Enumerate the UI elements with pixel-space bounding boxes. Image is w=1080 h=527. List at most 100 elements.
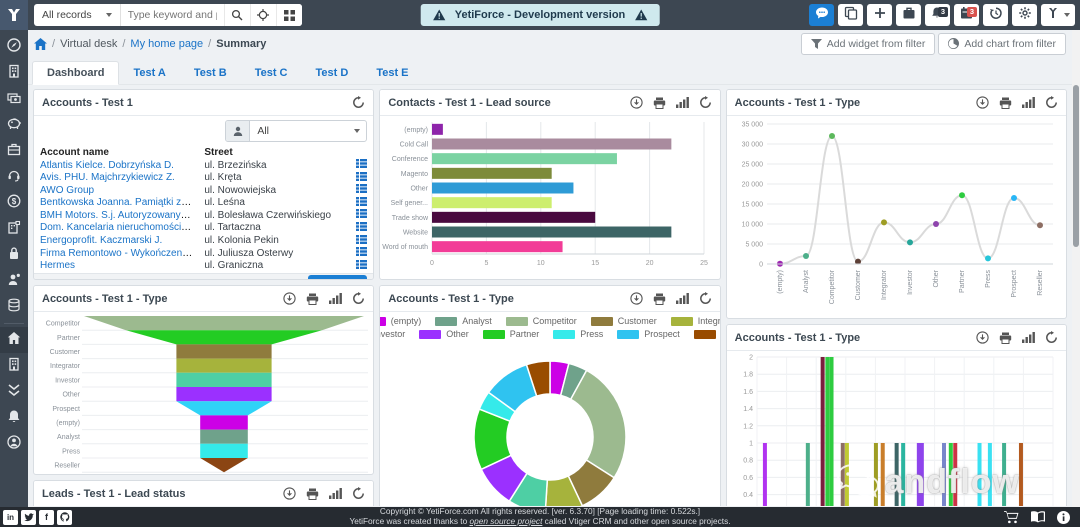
legend-item[interactable]: Integrator xyxy=(670,316,720,326)
sidebar-item-profile[interactable] xyxy=(0,431,28,457)
notifications-button[interactable]: 3 xyxy=(925,4,950,26)
add-widget-from-filter-button[interactable]: Add widget from filter xyxy=(800,32,936,55)
print-icon[interactable] xyxy=(999,97,1012,109)
yetiforce-logo-icon[interactable] xyxy=(0,0,28,30)
info-icon[interactable] xyxy=(1057,510,1070,524)
settings-button[interactable] xyxy=(1012,4,1037,26)
sidebar-item-notifications[interactable] xyxy=(0,405,28,431)
history-button[interactable] xyxy=(983,4,1008,26)
plus-button[interactable] xyxy=(867,4,892,26)
advanced-search-button[interactable] xyxy=(249,4,276,26)
sidebar-item-projects[interactable] xyxy=(0,216,28,242)
owner-filter-select[interactable]: All xyxy=(225,120,368,142)
record-grid-icon[interactable] xyxy=(356,196,368,206)
tab-test-d[interactable]: Test D xyxy=(302,62,363,84)
tab-test-b[interactable]: Test B xyxy=(180,62,241,84)
refresh-icon[interactable] xyxy=(699,292,712,305)
github-icon[interactable] xyxy=(57,509,72,525)
refresh-icon[interactable] xyxy=(352,96,365,109)
refresh-icon[interactable] xyxy=(1045,331,1058,344)
breadcrumb-my-home-page[interactable]: My home page xyxy=(130,38,203,50)
account-link[interactable]: Bentkowska Joanna. Pamiątki z soli kamie… xyxy=(40,197,198,208)
sidebar-item-security[interactable] xyxy=(0,242,28,268)
legend-item[interactable]: Reseller xyxy=(693,329,720,339)
add-chart-from-filter-button[interactable]: Add chart from filter xyxy=(938,32,1066,55)
account-link[interactable]: BMH Motors. S.j. Autoryzowany dealer Nis… xyxy=(40,210,198,221)
legend-item[interactable]: Partner xyxy=(482,329,539,339)
legend-item[interactable]: (empty) xyxy=(380,316,421,326)
legend-item[interactable]: Analyst xyxy=(435,316,492,326)
chart-bars-icon[interactable] xyxy=(1021,97,1035,108)
chart-bars-icon[interactable] xyxy=(329,488,343,499)
breadcrumb-virtual-desk[interactable]: Virtual desk xyxy=(60,38,117,50)
record-grid-icon[interactable] xyxy=(356,259,368,269)
sidebar-item-contacts[interactable] xyxy=(0,268,28,294)
tab-test-a[interactable]: Test A xyxy=(119,62,179,84)
legend-item[interactable]: Customer xyxy=(590,316,657,326)
records-filter-select[interactable]: All records xyxy=(34,4,121,26)
book-icon[interactable] xyxy=(1031,511,1045,523)
calendar-button[interactable]: 3 xyxy=(954,4,979,26)
download-icon[interactable] xyxy=(283,292,296,305)
chart-bars-icon[interactable] xyxy=(675,97,689,108)
refresh-icon[interactable] xyxy=(352,292,365,305)
mini-chart-icon[interactable] xyxy=(40,279,52,280)
record-grid-icon[interactable] xyxy=(356,234,368,244)
account-link[interactable]: Avis. PHU. Majchrzykiewicz Z. xyxy=(40,172,175,183)
chart-bars-icon[interactable] xyxy=(329,293,343,304)
download-icon[interactable] xyxy=(283,487,296,500)
legend-item[interactable]: Competitor xyxy=(505,316,577,326)
account-link[interactable]: Dom. Kancelaria nieruchomości. Skorupka … xyxy=(40,222,198,233)
tab-test-c[interactable]: Test C xyxy=(241,62,302,84)
briefcase-button[interactable] xyxy=(896,4,921,26)
record-grid-icon[interactable] xyxy=(356,159,368,168)
refresh-icon[interactable] xyxy=(699,96,712,109)
account-link[interactable]: Hermes xyxy=(40,260,75,271)
sidebar-item-sales[interactable]: $ xyxy=(0,190,28,216)
sidebar-item-briefcase[interactable] xyxy=(0,138,28,164)
refresh-icon[interactable] xyxy=(352,487,365,500)
sidebar-item-organization[interactable] xyxy=(0,353,28,379)
account-link[interactable]: Atlantis Kielce. Dobrzyńska D. xyxy=(40,160,174,171)
record-grid-icon[interactable] xyxy=(356,209,368,219)
chat-button[interactable] xyxy=(809,4,834,26)
sidebar-item-database[interactable] xyxy=(0,294,28,320)
sidebar-item-home[interactable] xyxy=(0,327,28,353)
copy-button[interactable] xyxy=(838,4,863,26)
print-icon[interactable] xyxy=(653,293,666,305)
cart-icon[interactable] xyxy=(1004,510,1019,524)
open-source-project-link[interactable]: open source project xyxy=(470,516,543,526)
sidebar-item-finance[interactable] xyxy=(0,86,28,112)
legend-item[interactable]: Prospect xyxy=(617,329,680,339)
print-icon[interactable] xyxy=(306,293,319,305)
record-grid-icon[interactable] xyxy=(356,184,368,194)
twitter-icon[interactable] xyxy=(21,509,36,525)
sidebar-item-companies[interactable] xyxy=(0,60,28,86)
sidebar-item-dashboard[interactable] xyxy=(0,34,28,60)
scrollbar-thumb[interactable] xyxy=(1073,85,1079,247)
linkedin-icon[interactable]: in xyxy=(3,509,18,525)
download-icon[interactable] xyxy=(976,331,989,344)
download-icon[interactable] xyxy=(976,96,989,109)
search-input[interactable] xyxy=(120,9,224,21)
tab-test-e[interactable]: Test E xyxy=(362,62,422,84)
legend-item[interactable]: Other xyxy=(419,329,469,339)
search-button[interactable] xyxy=(223,4,250,26)
apps-menu-button[interactable] xyxy=(275,4,302,26)
record-grid-icon[interactable] xyxy=(356,221,368,231)
sidebar-item-helpdesk[interactable] xyxy=(0,164,28,190)
account-link[interactable]: Firma Remontowo - Wykończeniowa Mir - Re… xyxy=(40,248,198,259)
account-link[interactable]: AWO Group xyxy=(40,185,94,196)
legend-item[interactable]: Press xyxy=(553,329,603,339)
tab-dashboard[interactable]: Dashboard xyxy=(32,61,120,85)
chart-bars-icon[interactable] xyxy=(1021,332,1035,343)
download-icon[interactable] xyxy=(630,292,643,305)
account-link[interactable]: Energoprofit. Kaczmarski J. xyxy=(40,235,162,246)
legend-item[interactable]: Investor xyxy=(380,329,405,339)
home-icon[interactable] xyxy=(34,37,47,50)
print-icon[interactable] xyxy=(653,97,666,109)
chart-bars-icon[interactable] xyxy=(675,293,689,304)
print-icon[interactable] xyxy=(999,332,1012,344)
user-menu-button[interactable] xyxy=(1041,4,1075,26)
record-grid-icon[interactable] xyxy=(356,247,368,257)
